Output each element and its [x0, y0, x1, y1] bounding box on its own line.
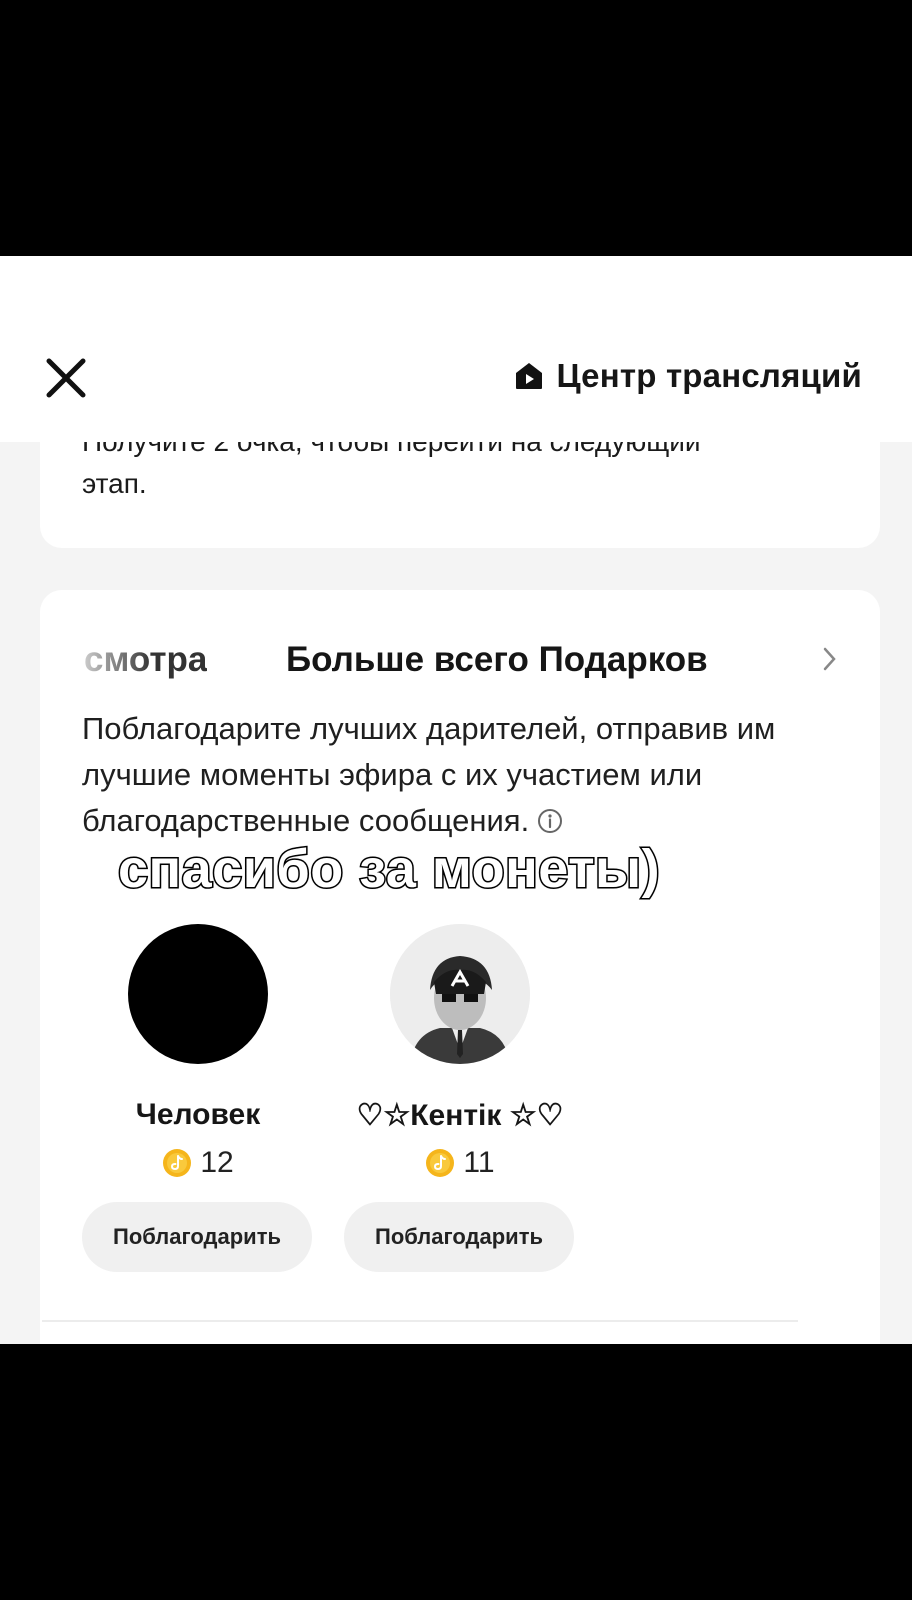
chevron-right-icon[interactable] [820, 644, 840, 674]
live-house-icon [516, 363, 543, 389]
close-button[interactable] [40, 352, 92, 404]
coin-value: 11 [463, 1146, 495, 1179]
coin-icon [426, 1149, 455, 1177]
letterbox-top [0, 0, 912, 256]
tab-views[interactable]: смотра [84, 640, 207, 680]
live-center-label: Центр трансляций [556, 357, 862, 394]
description-text: Поблагодарите лучших дарителей, отправив… [82, 711, 776, 838]
gifters-description: Поблагодарите лучших дарителей, отправив… [82, 706, 842, 844]
close-icon [46, 358, 86, 398]
coin-count: 11 [380, 1146, 540, 1180]
info-circle-icon[interactable] [537, 808, 563, 834]
thank-button[interactable]: Поблагодарить [82, 1202, 312, 1272]
avatar[interactable] [390, 924, 530, 1064]
app-screen: Центр трансляций Получите 2 очка, чтобы … [0, 256, 912, 1344]
top-bar: Центр трансляций [0, 256, 912, 442]
live-center-link[interactable]: Центр трансляций [514, 354, 862, 398]
letterbox-bottom [0, 1344, 912, 1600]
avatar-picture [390, 924, 530, 1064]
donor-name: Человек [135, 1098, 261, 1131]
tab-most-gifts[interactable]: Больше всего Подарков [286, 640, 708, 680]
thank-button[interactable]: Поблагодарить [344, 1202, 574, 1272]
divider [42, 1320, 798, 1322]
donor-name: ♡☆Кентiк ☆♡ [356, 1099, 564, 1132]
top-gifters-card: смотра Больше всего Подарков Поблагодари… [40, 590, 880, 1344]
coin-count: 12 [118, 1146, 278, 1180]
video-caption-overlay: спасибо за монеты) [116, 838, 661, 901]
avatar[interactable] [128, 924, 268, 1064]
progress-text-line-2: этап. [82, 468, 147, 499]
coin-value: 12 [200, 1146, 234, 1179]
coin-icon [163, 1149, 192, 1177]
